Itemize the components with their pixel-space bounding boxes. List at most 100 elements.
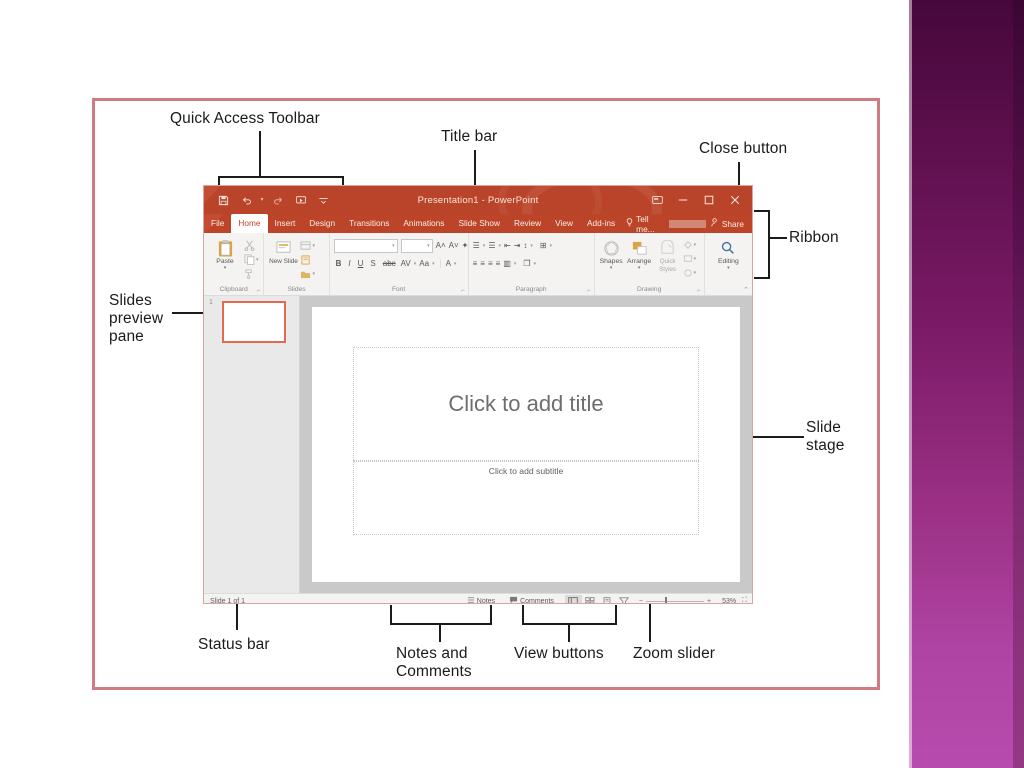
shape-effects-button[interactable]: ▾ — [683, 266, 697, 279]
line-spacing-dropdown-icon[interactable]: ▾ — [530, 243, 533, 249]
slides-preview-pane[interactable]: 1 — [204, 296, 300, 593]
columns-dropdown-icon[interactable]: ▾ — [514, 261, 517, 267]
copy-button[interactable]: ▾ — [244, 253, 259, 266]
shape-fill-button[interactable]: ▾ — [683, 238, 697, 251]
columns-button[interactable]: ▥ — [503, 259, 511, 268]
paragraph-dialog-launcher-icon[interactable]: ⌐ — [587, 288, 591, 294]
tab-design[interactable]: Design — [302, 214, 342, 233]
change-case-button[interactable]: Aa — [419, 259, 429, 268]
bold-button[interactable]: B — [334, 259, 344, 268]
zoom-out-button[interactable]: − — [639, 598, 643, 604]
convert-to-smartart-button[interactable]: ❒ — [523, 259, 530, 268]
text-direction-dropdown-icon[interactable]: ▾ — [550, 243, 553, 249]
justify-button[interactable]: ≡ — [496, 259, 501, 268]
tab-home[interactable]: Home — [231, 214, 268, 233]
tab-insert[interactable]: Insert — [268, 214, 303, 233]
font-family-dropdown-icon[interactable]: ▾ — [392, 243, 395, 249]
shapes-button[interactable]: Shapes ▾ — [599, 237, 624, 271]
tab-view[interactable]: View — [548, 214, 580, 233]
zoom-slider-track[interactable] — [646, 596, 704, 603]
undo-icon[interactable] — [235, 189, 258, 211]
tab-file[interactable]: File — [204, 214, 231, 233]
text-direction-button[interactable]: ⊞ — [540, 241, 547, 250]
zoom-in-button[interactable]: + — [707, 598, 711, 604]
numbered-list-dropdown-icon[interactable]: ▾ — [498, 243, 501, 249]
font-size-dropdown-icon[interactable]: ▾ — [427, 243, 430, 249]
notes-button[interactable]: Notes — [460, 596, 502, 603]
slide-stage[interactable]: Click to add title Click to add subtitle — [300, 296, 752, 593]
line-spacing-button[interactable]: ↕ — [523, 241, 527, 250]
minimize-icon[interactable] — [670, 186, 696, 214]
increase-font-size-icon[interactable]: A˄ — [436, 241, 446, 250]
paste-dropdown-icon[interactable]: ▾ — [224, 265, 227, 271]
shape-fill-dropdown-icon[interactable]: ▾ — [694, 242, 697, 248]
quick-access-toolbar[interactable]: ▾ — [204, 189, 335, 211]
layout-dropdown-icon[interactable]: ▾ — [312, 243, 315, 249]
subtitle-placeholder[interactable]: Click to add subtitle — [353, 459, 699, 535]
shape-outline-dropdown-icon[interactable]: ▾ — [694, 256, 697, 262]
character-spacing-button[interactable]: AV — [401, 259, 411, 268]
numbered-list-button[interactable]: ☰ — [488, 241, 495, 250]
customize-quick-access-toolbar-icon[interactable] — [312, 189, 335, 211]
drawing-dialog-launcher-icon[interactable]: ⌐ — [697, 288, 701, 294]
restore-icon[interactable] — [696, 186, 722, 214]
normal-view-button[interactable] — [564, 594, 582, 603]
decrease-indent-button[interactable]: ⇤ — [504, 241, 511, 250]
title-placeholder[interactable]: Click to add title — [353, 346, 699, 462]
reading-view-button[interactable] — [599, 595, 616, 603]
bulleted-list-button[interactable]: ☰ — [473, 241, 480, 250]
cut-button[interactable] — [244, 239, 259, 252]
shape-outline-button[interactable]: ▾ — [683, 252, 697, 265]
editing-button[interactable]: Editing ▾ — [711, 237, 745, 271]
align-right-button[interactable]: ≡ — [488, 259, 493, 268]
paste-button[interactable]: Paste ▾ — [208, 237, 242, 271]
slide-thumbnail-1[interactable] — [222, 301, 286, 343]
font-dialog-launcher-icon[interactable]: ⌐ — [461, 288, 465, 294]
redo-icon[interactable] — [266, 189, 289, 211]
fit-to-window-button[interactable]: ⛶ — [742, 597, 747, 603]
format-painter-button[interactable] — [244, 267, 259, 280]
arrange-dropdown-icon[interactable]: ▾ — [638, 265, 641, 271]
bulleted-list-dropdown-icon[interactable]: ▾ — [483, 243, 486, 249]
slide-sorter-view-button[interactable] — [582, 595, 599, 603]
clipboard-dialog-launcher-icon[interactable]: ⌐ — [257, 288, 261, 294]
tab-add-ins[interactable]: Add-ins — [580, 214, 622, 233]
reset-button[interactable] — [300, 253, 315, 266]
zoom-slider[interactable]: − + 53% ⛶ — [639, 596, 747, 604]
slide-show-view-button[interactable] — [616, 595, 633, 603]
start-from-beginning-icon[interactable] — [289, 189, 312, 211]
zoom-slider-thumb[interactable] — [665, 596, 667, 603]
smartart-dropdown-icon[interactable]: ▾ — [534, 261, 537, 267]
section-dropdown-icon[interactable]: ▾ — [312, 271, 315, 277]
tab-transitions[interactable]: Transitions — [342, 214, 396, 233]
section-button[interactable]: ▾ — [300, 267, 315, 280]
tab-slide-show[interactable]: Slide Show — [451, 214, 507, 233]
tab-animations[interactable]: Animations — [396, 214, 451, 233]
undo-dropdown-icon[interactable]: ▾ — [258, 189, 266, 211]
new-slide-button[interactable]: New Slide — [268, 237, 298, 266]
shape-effects-dropdown-icon[interactable]: ▾ — [694, 270, 697, 276]
save-icon[interactable] — [212, 189, 235, 211]
font-color-dropdown-icon[interactable]: ▾ — [454, 261, 457, 267]
comments-button[interactable]: Comments — [502, 596, 561, 603]
font-family-input[interactable]: ▾ — [333, 238, 398, 253]
share-button[interactable]: Share — [711, 214, 752, 233]
collapse-ribbon-icon[interactable]: ⌃ — [743, 286, 749, 294]
slide-canvas[interactable]: Click to add title Click to add subtitle — [312, 307, 740, 582]
ribbon-display-options-icon[interactable] — [644, 186, 670, 214]
layout-button[interactable]: ▾ — [300, 239, 315, 252]
copy-dropdown-icon[interactable]: ▾ — [256, 257, 259, 263]
decrease-font-size-icon[interactable]: A˅ — [449, 241, 459, 250]
align-left-button[interactable]: ≡ — [473, 259, 478, 268]
italic-button[interactable]: I — [346, 259, 352, 268]
underline-button[interactable]: U — [356, 259, 366, 268]
font-color-button[interactable]: A — [439, 259, 451, 268]
font-size-input[interactable]: ▾ — [400, 238, 433, 253]
align-center-button[interactable]: ≡ — [480, 259, 485, 268]
tab-review[interactable]: Review — [507, 214, 548, 233]
quick-styles-button[interactable]: Quick Styles — [655, 237, 681, 273]
close-icon[interactable] — [722, 186, 748, 214]
arrange-button[interactable]: Arrange ▾ — [626, 237, 653, 271]
character-spacing-dropdown-icon[interactable]: ▾ — [414, 261, 417, 267]
editing-dropdown-icon[interactable]: ▾ — [727, 265, 730, 271]
